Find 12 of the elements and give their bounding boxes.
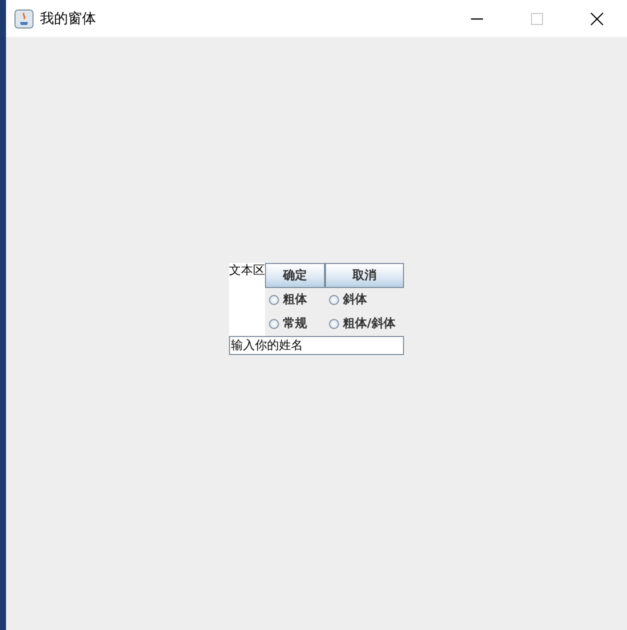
radio-option[interactable]: 粗体/斜体 <box>329 315 409 332</box>
text-area[interactable]: 文本区 <box>229 262 265 336</box>
app-icon <box>14 8 34 28</box>
radio-option[interactable]: 常规 <box>269 315 329 332</box>
name-field[interactable]: 输入你的姓名 <box>229 336 404 354</box>
radio-option[interactable]: 斜体 <box>329 291 409 308</box>
dialog-button[interactable]: 取消 <box>325 262 404 288</box>
window-title: 我的窗体 <box>40 10 97 28</box>
close-icon[interactable] <box>590 12 604 26</box>
dialog-button[interactable]: 确定 <box>265 262 325 288</box>
radio-option[interactable]: 粗体 <box>269 291 329 308</box>
minimize-icon[interactable] <box>470 18 484 20</box>
